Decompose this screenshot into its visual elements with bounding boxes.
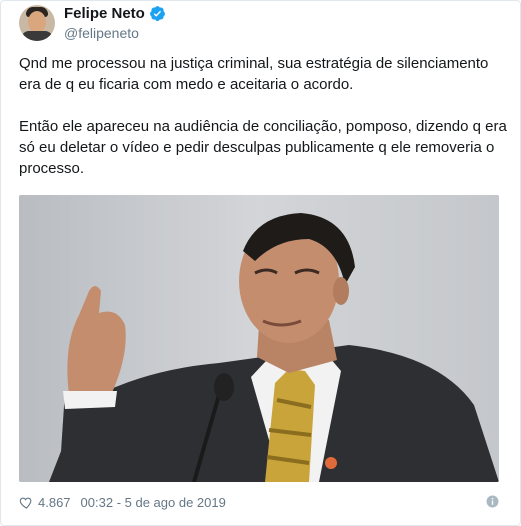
photo-illustration <box>19 195 499 482</box>
avatar[interactable] <box>19 5 55 41</box>
tweet-timestamp[interactable]: 00:32 - 5 de ago de 2019 <box>81 495 226 510</box>
author-handle[interactable]: @felipeneto <box>64 25 166 42</box>
heart-icon <box>19 497 32 509</box>
author-name[interactable]: Felipe Neto <box>64 5 145 23</box>
like-button[interactable]: 4.867 <box>19 495 71 510</box>
verified-badge-icon <box>149 6 165 22</box>
tweet-footer: 4.867 00:32 - 5 de ago de 2019 <box>19 492 499 512</box>
tweet-photo[interactable] <box>19 195 499 482</box>
tweet-text: Qnd me processou na justiça criminal, su… <box>19 53 509 179</box>
like-count: 4.867 <box>38 494 71 510</box>
tweet-header: Felipe Neto @felipeneto <box>19 3 166 43</box>
tweet-paragraph-1: Qnd me processou na justiça criminal, su… <box>19 55 489 93</box>
tweet-paragraph-2: Então ele apareceu na audiência de conci… <box>19 118 507 177</box>
author-info: Felipe Neto @felipeneto <box>64 5 166 42</box>
author-name-row: Felipe Neto <box>64 5 166 23</box>
tweet-card: Felipe Neto @felipeneto Qnd me processou… <box>0 0 521 526</box>
info-icon[interactable] <box>486 495 499 508</box>
